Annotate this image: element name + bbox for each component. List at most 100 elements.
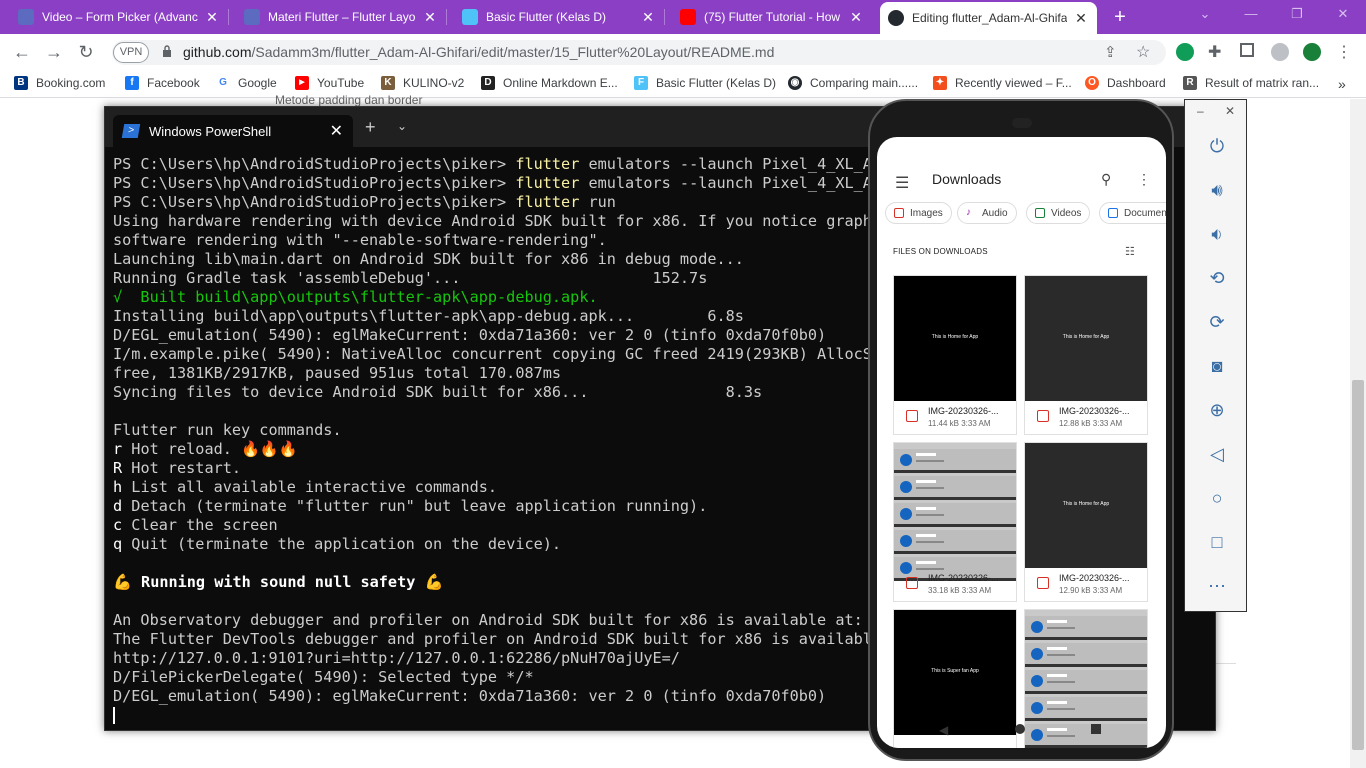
nav-overview-icon[interactable] xyxy=(1091,724,1101,734)
bookmark-label: Online Markdown E... xyxy=(503,76,618,90)
file-card[interactable]: This is Home for App IMG-20230326-... 12.8… xyxy=(1024,275,1148,435)
chip-videos[interactable]: Videos xyxy=(1026,202,1091,224)
more-icon[interactable]: ⋯ xyxy=(1205,574,1229,598)
terminal-line: PS C:\Users\hp\AndroidStudioProjects\pik… xyxy=(113,193,873,212)
terminal-text: PS C:\Users\hp\AndroidStudioProjects\pik… xyxy=(113,155,516,173)
camera-icon[interactable]: ◙ xyxy=(1205,354,1229,378)
back-icon[interactable]: ← xyxy=(6,42,38,63)
hamburger-menu-icon[interactable]: ☰ xyxy=(895,173,909,193)
bookmark-item[interactable]: B Booking.com xyxy=(14,76,105,90)
zoom-icon[interactable]: ⊕ xyxy=(1205,398,1229,422)
terminal-line: software rendering with "--enable-softwa… xyxy=(113,231,873,250)
tab-favicon-icon xyxy=(244,9,260,25)
terminal-text: emulators --launch Pixel_4_XL_API xyxy=(579,174,873,192)
tab-close-icon[interactable]: ✕ xyxy=(1073,10,1089,27)
chip-images[interactable]: Images xyxy=(885,202,952,224)
search-icon[interactable]: ⚲ xyxy=(1101,171,1111,188)
volume-down-icon[interactable]: 🔉︎ xyxy=(1205,222,1229,246)
home-icon[interactable]: ○ xyxy=(1205,486,1229,510)
file-card[interactable]: IMG-20230326-... 33.18 kB 3:33 AM xyxy=(893,442,1017,602)
bookmark-item[interactable]: G Google xyxy=(216,76,277,90)
bookmark-item[interactable]: ◉ Comparing main...... xyxy=(788,76,918,90)
lock-icon[interactable] xyxy=(162,45,172,57)
vpn-button[interactable]: VPN xyxy=(113,42,149,63)
image-file-icon xyxy=(906,577,918,589)
tab-title: Basic Flutter (Kelas D) xyxy=(486,10,607,24)
power-icon[interactable]: ⏻ xyxy=(1205,134,1229,158)
file-card[interactable]: This is Home for App IMG-20230326-... 12.9… xyxy=(1024,442,1148,602)
tab-search-icon[interactable]: ⌄ xyxy=(1190,6,1220,22)
terminal-text: d xyxy=(113,497,123,515)
side-panel-icon[interactable] xyxy=(1240,43,1254,57)
browser-tab[interactable]: Video – Form Picker (Advanc ✕ xyxy=(10,0,228,34)
forward-icon[interactable]: → xyxy=(38,42,70,63)
minimize-icon[interactable]: — xyxy=(1236,6,1266,21)
terminal-dropdown-icon[interactable]: ⌄ xyxy=(397,119,407,133)
terminal-output[interactable]: PS C:\Users\hp\AndroidStudioProjects\pik… xyxy=(113,155,873,725)
bookmark-item[interactable]: K KULINO-v2 xyxy=(381,76,464,90)
nav-home-icon[interactable] xyxy=(1015,724,1025,734)
tab-close-icon[interactable]: ✕ xyxy=(640,9,656,26)
share-icon[interactable]: ⇪ xyxy=(1104,43,1117,61)
thumbnail-text: This is Home for App xyxy=(1062,334,1110,340)
maximize-icon[interactable]: ❐ xyxy=(1282,6,1312,22)
new-tab-button[interactable]: + xyxy=(1108,5,1132,29)
browser-tab-active[interactable]: Editing flutter_Adam-Al-Ghifa ✕ xyxy=(880,2,1097,34)
new-terminal-tab-icon[interactable]: + xyxy=(365,117,376,138)
overview-icon[interactable]: □ xyxy=(1205,530,1229,554)
terminal-line: q Quit (terminate the application on the… xyxy=(113,535,873,554)
url-text[interactable]: github.com/Sadamm3m/flutter_Adam-Al-Ghif… xyxy=(183,44,774,60)
section-header: FILES ON DOWNLOADS xyxy=(893,247,988,256)
bookmark-label: Basic Flutter (Kelas D) xyxy=(656,76,777,90)
more-bookmarks-icon[interactable]: » xyxy=(1338,76,1346,92)
bookmark-item[interactable]: R Result of matrix ran... xyxy=(1183,76,1319,90)
volume-up-icon[interactable]: 🔊︎ xyxy=(1205,178,1229,202)
close-window-icon[interactable]: ✕ xyxy=(1328,6,1358,22)
list-view-icon[interactable]: ☷ xyxy=(1125,245,1135,258)
chip-audio[interactable]: ♪ Audio xyxy=(957,202,1017,224)
terminal-text: Syncing files to device Android SDK buil… xyxy=(113,383,763,401)
profile-avatar-icon[interactable] xyxy=(1271,43,1289,61)
dashboard-icon: O xyxy=(1085,76,1099,90)
phone-screen[interactable]: ☰ Downloads ⚲ ⋮ Images ♪ Audio Videos Doc… xyxy=(877,137,1166,748)
extensions-puzzle-icon[interactable]: ✚ xyxy=(1208,42,1221,62)
nav-back-icon[interactable]: ◀ xyxy=(939,723,948,737)
file-card[interactable]: This is Home for App IMG-20230326-... 11.4… xyxy=(893,275,1017,435)
terminal-line: c Clear the screen xyxy=(113,516,873,535)
bookmark-item[interactable]: ▶ YouTube xyxy=(295,76,364,90)
bookmark-item[interactable]: D Online Markdown E... xyxy=(481,76,618,90)
rotate-right-icon[interactable]: ⟳ xyxy=(1205,310,1229,334)
image-file-icon xyxy=(1037,577,1049,589)
file-thumbnail: This is Home for App xyxy=(1025,443,1147,568)
tab-close-icon[interactable]: ✕ xyxy=(848,9,864,26)
terminal-text: flutter xyxy=(515,155,580,173)
bookmark-item[interactable]: O Dashboard xyxy=(1085,76,1166,90)
bookmark-label: Google xyxy=(238,76,277,90)
overflow-menu-icon[interactable]: ⋮ xyxy=(1137,171,1151,188)
browser-menu-icon[interactable]: ⋮ xyxy=(1336,42,1352,62)
bookmark-item[interactable]: F Basic Flutter (Kelas D) xyxy=(634,76,776,90)
figma-icon: ✦ xyxy=(933,76,947,90)
browser-tab[interactable]: Basic Flutter (Kelas D) ✕ xyxy=(454,0,664,34)
file-meta: 33.18 kB 3:33 AM xyxy=(928,586,992,595)
emulator-close-icon[interactable]: ✕ xyxy=(1225,104,1235,118)
tab-close-icon[interactable]: ✕ xyxy=(204,9,220,26)
chip-documents[interactable]: Documen xyxy=(1099,202,1166,224)
bookmark-item[interactable]: ✦ Recently viewed – F... xyxy=(933,76,1072,90)
video-icon xyxy=(1035,208,1045,218)
bookmark-item[interactable]: f Facebook xyxy=(125,76,200,90)
terminal-tab[interactable]: > Windows PowerShell ✕ xyxy=(113,115,353,147)
bookmark-star-icon[interactable]: ☆ xyxy=(1136,42,1150,62)
terminal-tab-close-icon[interactable]: ✕ xyxy=(330,121,343,141)
file-name: IMG-20230326-... xyxy=(928,406,999,416)
extension-shield-icon[interactable] xyxy=(1176,43,1194,61)
emulator-minimize-icon[interactable]: – xyxy=(1197,104,1204,118)
sync-check-icon[interactable] xyxy=(1303,43,1321,61)
tab-close-icon[interactable]: ✕ xyxy=(422,9,438,26)
browser-tab[interactable]: (75) Flutter Tutorial - How To ✕ xyxy=(672,0,872,34)
back-icon[interactable]: ◁ xyxy=(1205,442,1229,466)
rotate-left-icon[interactable]: ⟲ xyxy=(1205,266,1229,290)
browser-tab[interactable]: Materi Flutter – Flutter Layou ✕ xyxy=(236,0,446,34)
reload-icon[interactable]: ↻ xyxy=(70,42,102,63)
scrollbar-thumb[interactable] xyxy=(1352,380,1364,750)
